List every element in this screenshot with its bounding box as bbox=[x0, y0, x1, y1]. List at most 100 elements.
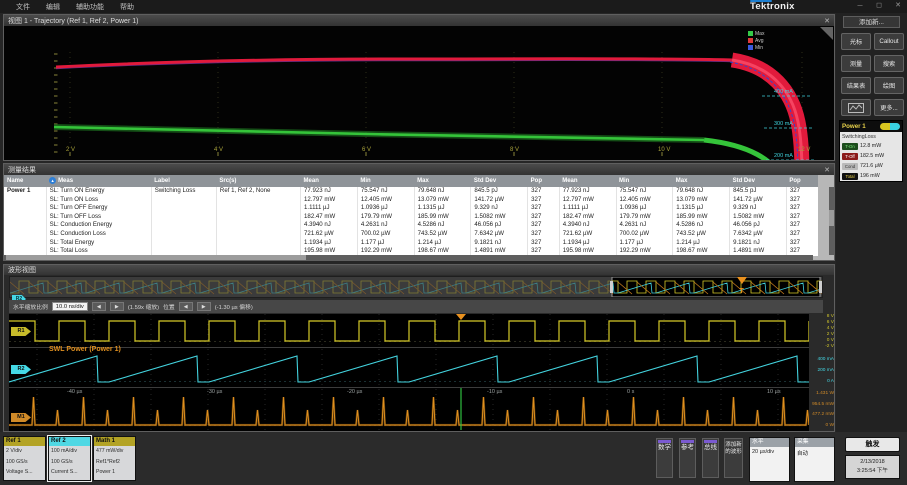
results-titlebar[interactable]: 测量结果 ✕ bbox=[4, 164, 834, 175]
column-header-mean[interactable]: Mean bbox=[301, 175, 358, 187]
legend-label: Max bbox=[755, 31, 764, 37]
power1-badge-header[interactable]: Power 1 bbox=[840, 121, 902, 132]
toolbar-label: (-1.30 µs 偏移) bbox=[215, 302, 253, 311]
table-header-row[interactable]: Name▲MeasLabelSrc(s)MeanMinMaxStd DevPop… bbox=[4, 175, 818, 187]
badge-line: Ref1*Ref2 bbox=[94, 457, 135, 468]
column-header-name[interactable]: Name bbox=[4, 175, 46, 187]
cell-value: 743.52 µW bbox=[673, 230, 730, 239]
horizontal-scrollbar[interactable] bbox=[4, 255, 813, 260]
close-icon[interactable]: ✕ bbox=[824, 166, 830, 174]
badge-header: Ref 2 bbox=[49, 437, 90, 446]
table-row[interactable]: Power 1SL: Turn ON EnergySwitching LossR… bbox=[4, 187, 818, 196]
cell-value: 1.0936 µJ bbox=[616, 204, 673, 213]
column-header-min[interactable]: Min bbox=[616, 175, 673, 187]
resize-handle-icon[interactable] bbox=[820, 27, 833, 40]
vertical-scrollbar[interactable] bbox=[829, 187, 834, 255]
sidebar-button-Callout[interactable]: Callout bbox=[874, 33, 904, 50]
column-header-meas[interactable]: ▲Meas bbox=[46, 175, 151, 187]
sidebar-button-光标[interactable]: 光标 bbox=[841, 33, 871, 50]
column-header-mean[interactable]: Mean bbox=[559, 175, 616, 187]
scroll-thumb[interactable] bbox=[6, 255, 306, 260]
math-scale-labels: 1.431 W954.5 mW477.2 mW0 W bbox=[808, 389, 834, 431]
button-总线[interactable]: 总线 bbox=[702, 438, 719, 478]
sort-icon[interactable]: ▲ bbox=[49, 177, 56, 184]
sidebar-button-搜索[interactable]: 搜索 bbox=[874, 55, 904, 72]
acquisition-panel[interactable]: 采集 自动 bbox=[794, 437, 835, 482]
table-row[interactable]: SL: Conduction Loss721.62 µW700.02 µW743… bbox=[4, 230, 818, 239]
maximize-icon[interactable]: ◻ bbox=[874, 1, 884, 11]
column-header-stddev[interactable]: Std Dev bbox=[471, 175, 528, 187]
table-row[interactable]: SL: Conduction Energy4.3940 nJ4.2631 nJ4… bbox=[4, 221, 818, 230]
table-row[interactable]: SL: Total Energy1.1934 µJ1.177 µJ1.214 µ… bbox=[4, 239, 818, 248]
waveform-grid[interactable]: SWL Power (Power 1) -40 µs-30 µs-20 µs-1… bbox=[9, 314, 809, 431]
sidebar-button-测量[interactable]: 测量 bbox=[841, 55, 871, 72]
cell-value: 4.3940 nJ bbox=[301, 221, 358, 230]
column-header-pop[interactable]: Pop bbox=[786, 175, 818, 187]
sidebar-button-绘图[interactable]: 绘图 bbox=[874, 77, 904, 94]
cell-value: 4.2631 nJ bbox=[616, 221, 673, 230]
button-参考[interactable]: 参考 bbox=[679, 438, 696, 478]
menu-item-文件[interactable]: 文件 bbox=[16, 2, 30, 12]
results-table: Name▲MeasLabelSrc(s)MeanMinMaxStd DevPop… bbox=[4, 175, 818, 256]
scale-value: 477.2 mW bbox=[808, 410, 834, 421]
minimize-icon[interactable]: － bbox=[855, 1, 865, 11]
toolbar-label: (1.59x 缩放) bbox=[128, 302, 159, 311]
column-header-max[interactable]: Max bbox=[414, 175, 471, 187]
power1-badge[interactable]: Power 1 SwitchingLoss T-On12.8 mWT-Off18… bbox=[839, 120, 903, 182]
waveform-badge-ref1[interactable]: Ref 12 V/div100 GS/sVoltage S... bbox=[3, 436, 46, 481]
column-header-min[interactable]: Min bbox=[357, 175, 414, 187]
waveform-badge-ref2[interactable]: Ref 2100 mA/div100 GS/sCurrent S... bbox=[48, 436, 91, 481]
measurement-chip: Cond bbox=[842, 163, 858, 170]
trigger-button[interactable]: 触发 bbox=[845, 437, 900, 452]
measurement-value: 182.5 mW bbox=[860, 153, 884, 159]
cell-value: 12.797 mW bbox=[301, 196, 358, 205]
toolbar-button[interactable]: ◀ bbox=[179, 302, 193, 311]
zoom-scale-value[interactable]: 10.0 ns/div bbox=[52, 302, 88, 311]
cell-value: 327 bbox=[786, 187, 818, 196]
badge-line: 100 GS/s bbox=[49, 457, 90, 468]
selection-handle-left[interactable] bbox=[610, 281, 613, 293]
trajectory-plot[interactable]: MaxAvgMin 2 V4 V6 V8 V10 V12 V 400 mA300… bbox=[4, 26, 834, 160]
power1-toggle[interactable] bbox=[880, 123, 900, 130]
button-数学[interactable]: 数学 bbox=[656, 438, 673, 478]
add-new-button[interactable]: 添加新... bbox=[843, 16, 900, 28]
table-row[interactable]: SL: Turn OFF Loss182.47 mW179.79 mW185.9… bbox=[4, 213, 818, 222]
close-icon[interactable]: ✕ bbox=[893, 1, 903, 11]
column-header-max[interactable]: Max bbox=[673, 175, 730, 187]
cell-value: 141.72 µW bbox=[730, 196, 787, 205]
cell-value: 327 bbox=[528, 239, 560, 248]
toolbar-button[interactable]: ▶ bbox=[197, 302, 211, 311]
cell-value: 9.329 nJ bbox=[730, 204, 787, 213]
close-icon[interactable]: ✕ bbox=[824, 17, 830, 25]
waveform-overview[interactable]: T R2 bbox=[9, 276, 823, 298]
table-row[interactable]: SL: Turn ON Loss12.797 mW12.405 mW13.079… bbox=[4, 196, 818, 205]
column-header-label[interactable]: Label bbox=[151, 175, 216, 187]
cell-value: 75.547 nJ bbox=[357, 187, 414, 196]
measurement-value: 196 mW bbox=[860, 173, 880, 179]
trajectory-titlebar[interactable]: 视图 1 - Trajectory (Ref 1, Ref 2, Power 1… bbox=[4, 15, 834, 26]
add-new-waveform-button[interactable]: 添加新的波形 bbox=[724, 438, 743, 478]
horizontal-panel[interactable]: 水平 20 µs/div bbox=[749, 437, 790, 482]
sidebar-button-结果表[interactable]: 结果表 bbox=[841, 77, 871, 94]
column-header-pop[interactable]: Pop bbox=[528, 175, 560, 187]
cell-value: 1.1111 µJ bbox=[301, 204, 358, 213]
menu-item-辅助功能[interactable]: 辅助功能 bbox=[76, 2, 104, 12]
waveform-badge-math1[interactable]: Math 1477 mW/divRef1*Ref2Power 1 bbox=[93, 436, 136, 481]
toolbar-button[interactable]: ◀ bbox=[92, 302, 106, 311]
toolbar-button[interactable]: ▶ bbox=[110, 302, 124, 311]
table-row[interactable]: SL: Turn OFF Energy1.1111 µJ1.0936 µJ1.1… bbox=[4, 204, 818, 213]
selection-handle-right[interactable] bbox=[819, 281, 822, 293]
cursor-level-label: 400 mA bbox=[774, 89, 793, 95]
sidebar-button-plot-icon[interactable] bbox=[841, 99, 871, 116]
waveform-titlebar[interactable]: 波形视图 bbox=[4, 265, 834, 275]
menu-item-帮助[interactable]: 帮助 bbox=[120, 2, 134, 12]
scroll-thumb[interactable] bbox=[829, 210, 834, 226]
trigger-marker-icon[interactable] bbox=[456, 314, 466, 320]
sidebar-button-更多...[interactable]: 更多... bbox=[874, 99, 904, 116]
scale-value: -2 V bbox=[808, 344, 834, 350]
menu-item-编辑[interactable]: 编辑 bbox=[46, 2, 60, 12]
column-header-stddev[interactable]: Std Dev bbox=[730, 175, 787, 187]
overview-svg: T bbox=[10, 277, 822, 297]
column-header-srcs[interactable]: Src(s) bbox=[216, 175, 300, 187]
datetime-display: 2/13/2018 3:25:54 下午 bbox=[845, 455, 900, 479]
